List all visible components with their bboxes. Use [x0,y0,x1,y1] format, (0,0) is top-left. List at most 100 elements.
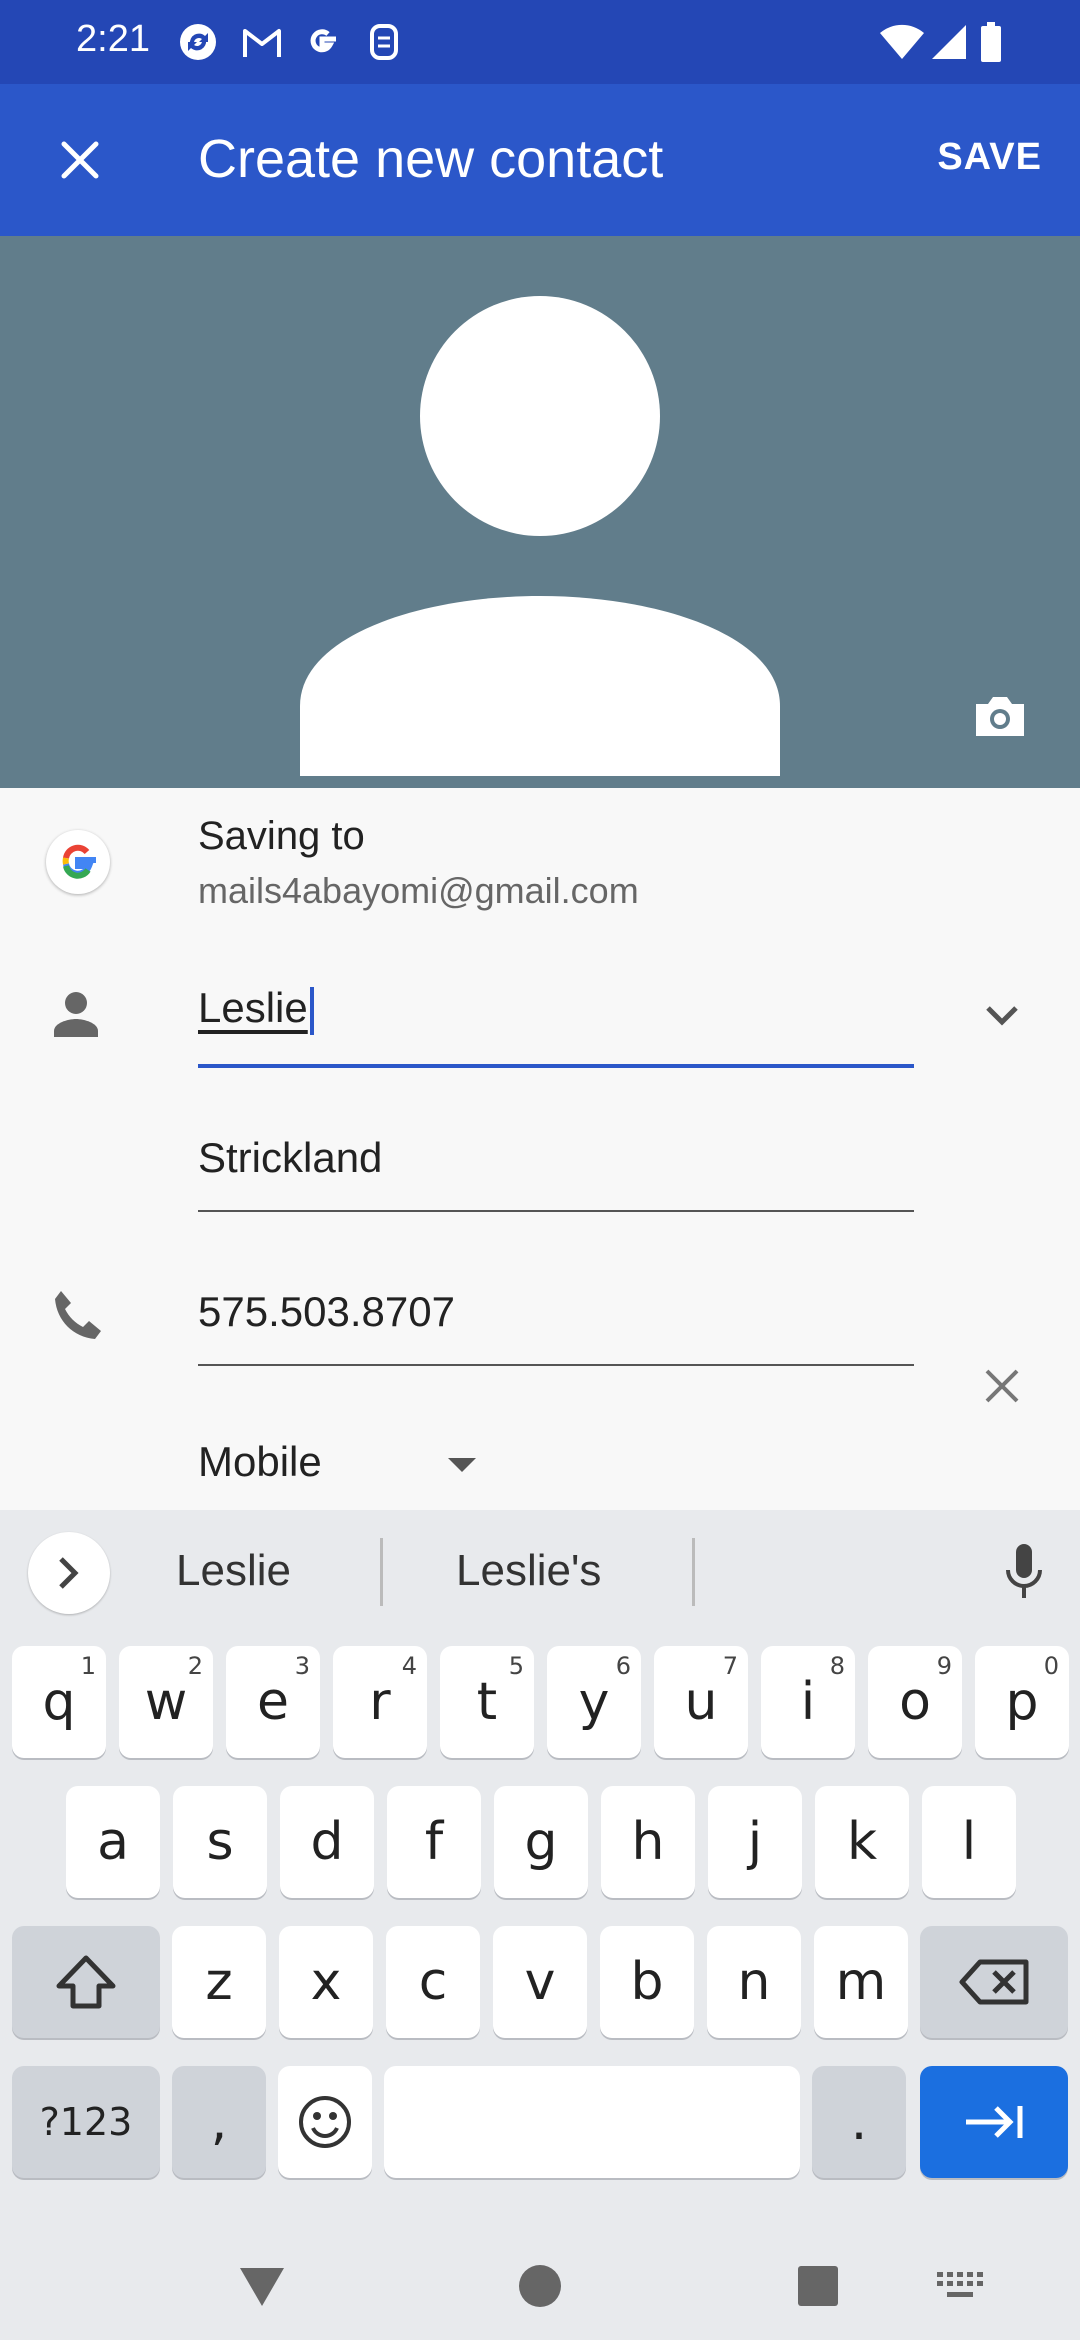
key-x[interactable]: x [279,1926,373,2038]
key-hint: 2 [187,1652,203,1680]
last-name-value: Strickland [198,1134,383,1181]
key-hint: 4 [401,1652,417,1680]
recents-button[interactable] [788,2256,848,2316]
key-label: v [524,1952,556,2012]
camera-icon [976,697,1024,736]
first-name-underline [198,1064,914,1068]
shift-key[interactable] [12,1926,160,2038]
wifi-icon [878,22,926,62]
suggestion-divider [380,1538,383,1606]
key-label: d [310,1812,344,1872]
key-hint: 0 [1043,1652,1059,1680]
home-circle-icon [519,2265,561,2307]
symbols-key[interactable]: ?123 [12,2066,160,2178]
key-label: z [205,1952,233,2012]
period-label: . [850,2092,868,2152]
suggestion-2[interactable]: Leslie's [456,1546,601,1596]
key-y[interactable]: y6 [547,1646,641,1758]
first-name-field[interactable]: Leslie [198,984,914,1035]
suggestion-bar: Leslie Leslie's [0,1510,1080,1636]
phone-field[interactable]: 575.503.8707 [198,1288,914,1336]
messages-icon [364,22,404,62]
comma-label: , [210,2092,228,2152]
key-o[interactable]: o9 [868,1646,962,1758]
key-t[interactable]: t5 [440,1646,534,1758]
suggestion-divider [692,1538,695,1606]
emoji-key[interactable] [278,2066,372,2178]
close-button[interactable] [40,120,120,200]
key-i[interactable]: i8 [761,1646,855,1758]
emoji-icon [299,2096,351,2148]
key-label: r [369,1672,391,1732]
key-m[interactable]: m [814,1926,908,2038]
key-label: a [97,1812,129,1872]
comma-key[interactable]: , [172,2066,266,2178]
key-label: t [476,1672,498,1732]
next-key[interactable] [920,2066,1068,2178]
contact-photo-area[interactable] [0,236,1080,788]
key-q[interactable]: q1 [12,1646,106,1758]
key-k[interactable]: k [815,1786,909,1898]
key-label: h [631,1812,665,1872]
save-button[interactable]: SAVE [937,136,1042,179]
chevron-down-icon [986,1006,1018,1026]
remove-phone-button[interactable] [970,1354,1034,1418]
key-j[interactable]: j [708,1786,802,1898]
key-v[interactable]: v [493,1926,587,2038]
text-cursor [309,986,314,1035]
status-bar: 2:21 [0,0,1080,84]
contact-form: Saving to mails4abayomi@gmail.com Leslie… [0,788,1080,1510]
key-e[interactable]: e3 [226,1646,320,1758]
expand-toolbar-button[interactable] [28,1532,110,1614]
key-label: e [257,1672,289,1732]
phone-type-select[interactable]: Mobile [198,1438,498,1498]
key-label: n [737,1952,771,2012]
soft-keyboard: Leslie Leslie's ?123 , . q 1 w 2 e 3 r 4… [0,1510,1080,2230]
key-r[interactable]: r4 [333,1646,427,1758]
key-h[interactable]: h [601,1786,695,1898]
space-key[interactable] [384,2066,800,2178]
key-label: i [800,1672,816,1732]
keyboard-switch-button[interactable] [930,2256,990,2316]
microphone-icon [1006,1544,1042,1598]
key-label: s [206,1812,234,1872]
tab-next-icon [966,2106,1023,2138]
key-c[interactable]: c [386,1926,480,2038]
voice-input-button[interactable] [994,1536,1054,1608]
key-z[interactable]: z [172,1926,266,2038]
key-label: b [630,1952,664,2012]
account-email[interactable]: mails4abayomi@gmail.com [198,870,639,912]
gmail-icon [242,22,282,62]
dropdown-arrow-icon [448,1458,476,1472]
phone-underline [198,1364,914,1366]
key-g[interactable]: g [494,1786,588,1898]
key-w[interactable]: w2 [119,1646,213,1758]
last-name-field[interactable]: Strickland [198,1134,914,1182]
shift-icon [56,1955,116,2009]
key-b[interactable]: b [600,1926,694,2038]
expand-name-button[interactable] [970,984,1034,1048]
key-s[interactable]: s [173,1786,267,1898]
key-hint: 9 [936,1652,952,1680]
key-label: w [144,1672,188,1732]
key-l[interactable]: l [922,1786,1016,1898]
key-p[interactable]: p0 [975,1646,1069,1758]
add-photo-button[interactable] [960,676,1040,756]
key-d[interactable]: d [280,1786,374,1898]
status-time: 2:21 [76,18,150,60]
key-n[interactable]: n [707,1926,801,2038]
key-hint: 1 [80,1652,96,1680]
google-icon [302,22,342,62]
key-a[interactable]: a [66,1786,160,1898]
backspace-key[interactable] [920,1926,1068,2038]
period-key[interactable]: . [812,2066,906,2178]
home-button[interactable] [510,2256,570,2316]
first-name-value: Leslie [198,984,308,1031]
suggestion-1[interactable]: Leslie [176,1546,291,1596]
backspace-icon [959,1959,1029,2005]
back-button[interactable] [232,2256,292,2316]
key-label: f [424,1812,444,1872]
key-f[interactable]: f [387,1786,481,1898]
key-u[interactable]: u7 [654,1646,748,1758]
key-label: q [42,1672,76,1732]
